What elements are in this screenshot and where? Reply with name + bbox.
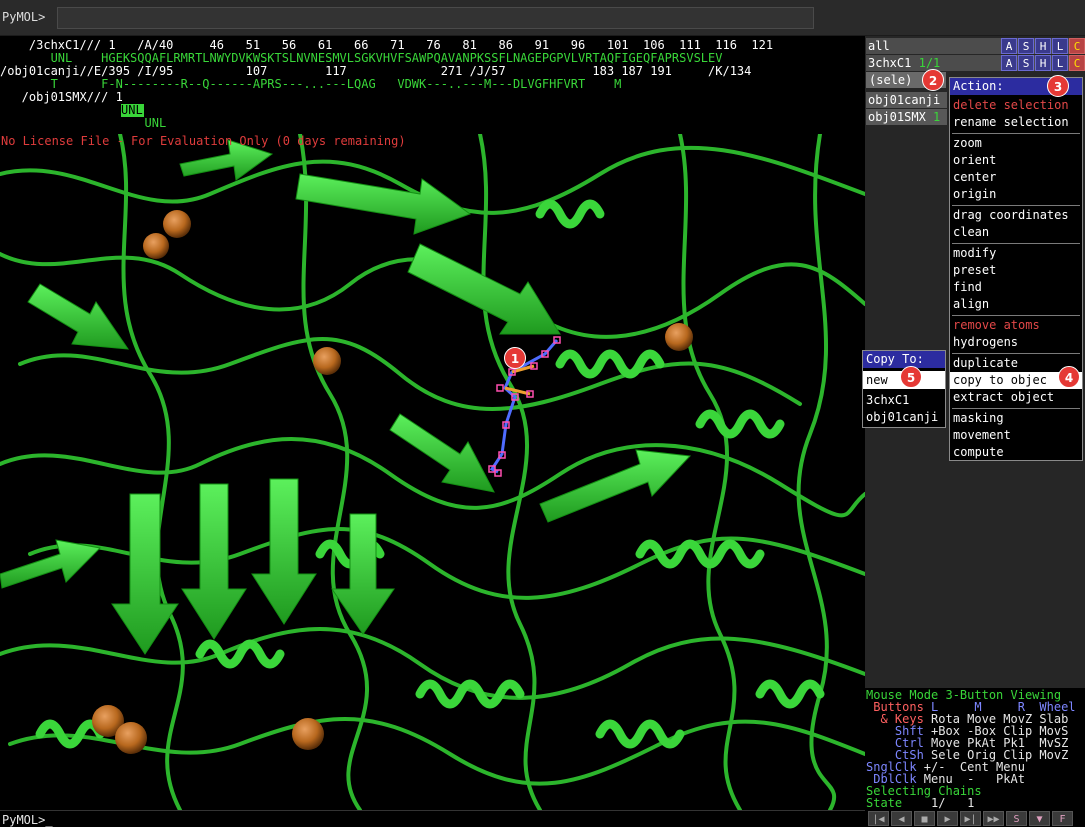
seq-residue-numbers: 1 (108, 90, 123, 104)
menu-separator (952, 205, 1080, 206)
menu-separator (952, 315, 1080, 316)
menu-item-modify[interactable]: modify (950, 245, 1082, 262)
seq-residues[interactable]: T F-N--------R--Q------APRS---...---LQAG… (0, 77, 622, 91)
menu-separator (952, 133, 1080, 134)
menu-item-clean[interactable]: clean (950, 224, 1082, 241)
bottom-command-bar[interactable]: PyMOL>_ (0, 810, 865, 827)
copy-to-header: Copy To: (863, 351, 945, 368)
hide-button[interactable]: H (1035, 38, 1051, 54)
menu-item-masking[interactable]: masking (950, 410, 1082, 427)
sequence-row: /obj01SMX/// 1 (0, 91, 123, 104)
action-button[interactable]: A (1001, 55, 1017, 71)
menu-item-hydrogens[interactable]: hydrogens (950, 334, 1082, 351)
action-menu: Action: delete selection rename selectio… (949, 77, 1083, 461)
license-warning: No License File - For Evaluation Only (0… (1, 134, 406, 148)
menu-item-zoom[interactable]: zoom (950, 135, 1082, 152)
object-buttons: A S H L C (1000, 38, 1085, 54)
seq-object-label: /obj01SMX/// (0, 90, 109, 104)
menu-separator (952, 408, 1080, 409)
seq-selected-residue[interactable]: UNL (94, 116, 167, 130)
dropdown-button[interactable]: ▼ (1029, 811, 1050, 826)
seq-object-label: /obj01canji//E/395 (0, 64, 131, 78)
state-line: State 1/ 1 (866, 796, 975, 810)
step-back-button[interactable]: ◀ (891, 811, 912, 826)
top-command-bar: PyMOL> (0, 0, 1085, 36)
seq-selected-highlight[interactable]: UNL (121, 104, 144, 117)
pymol-window: PyMOL> /3chxC1/// 1 /A/40 46 51 56 61 66… (0, 0, 1085, 827)
menu-item-origin[interactable]: origin (950, 186, 1082, 203)
object-row-obj01smx[interactable]: obj01SMX 1 (866, 109, 947, 125)
stop-button[interactable]: ■ (914, 811, 935, 826)
menu-item-find[interactable]: find (950, 279, 1082, 296)
step-badge-3: 3 (1047, 75, 1069, 97)
object-name[interactable]: 3chxC1 1/1 (868, 56, 940, 70)
rewind-button[interactable]: |◀ (868, 811, 889, 826)
mouse-mode-panel[interactable]: Mouse Mode 3-Button Viewing Buttons L M … (865, 688, 1085, 810)
step-badge-1: 1 (504, 347, 526, 369)
seq-residues[interactable]: UNL HGEKSQQAFLRMRTLNWYDVKWSKTSLNVNESMVLS… (0, 51, 723, 65)
menu-item-delete-selection[interactable]: delete selection (950, 97, 1082, 114)
menu-item-remove-atoms[interactable]: remove atoms (950, 317, 1082, 334)
bottom-prompt[interactable]: PyMOL>_ (2, 813, 53, 827)
menu-item-orient[interactable]: orient (950, 152, 1082, 169)
menu-item-compute[interactable]: compute (950, 444, 1082, 461)
object-name[interactable]: all (868, 39, 890, 53)
object-state: 1 (933, 110, 941, 124)
top-prompt-label: PyMOL> (2, 10, 46, 24)
menu-separator (952, 243, 1080, 244)
sequence-viewer[interactable]: /3chxC1/// 1 /A/40 46 51 56 61 66 71 76 … (0, 36, 865, 134)
color-button[interactable]: C (1069, 38, 1085, 54)
hide-button[interactable]: H (1035, 55, 1051, 71)
action-button[interactable]: A (1001, 38, 1017, 54)
object-buttons: A S H L C (1000, 55, 1085, 71)
menu-item-align[interactable]: align (950, 296, 1082, 313)
menu-item-movement[interactable]: movement (950, 427, 1082, 444)
top-command-input[interactable] (57, 7, 814, 29)
label-button[interactable]: L (1052, 55, 1068, 71)
menu-item-extract-object[interactable]: extract object (950, 389, 1082, 406)
object-row-3chxc1[interactable]: 3chxC1 1/1 A S H L C (866, 55, 1085, 71)
show-button[interactable]: S (1018, 38, 1034, 54)
copy-to-obj01canji-item[interactable]: obj01canji (863, 409, 945, 426)
protein-cartoon-render[interactable] (0, 134, 865, 810)
step-badge-4: 4 (1058, 366, 1080, 388)
menu-item-preset[interactable]: preset (950, 262, 1082, 279)
seq-residue-numbers: 1 /A/40 46 51 56 61 66 71 76 81 86 91 96… (101, 38, 774, 52)
menu-separator (952, 353, 1080, 354)
fast-forward-button[interactable]: ▶▶ (983, 811, 1004, 826)
color-button[interactable]: C (1069, 55, 1085, 71)
step-badge-5: 5 (900, 366, 922, 388)
show-button[interactable]: S (1018, 55, 1034, 71)
copy-to-3chxc1-item[interactable]: 3chxC1 (863, 392, 945, 409)
menu-item-center[interactable]: center (950, 169, 1082, 186)
fullscreen-button[interactable]: F (1052, 811, 1073, 826)
label-button[interactable]: L (1052, 38, 1068, 54)
object-row-obj01canji[interactable]: obj01canji (866, 92, 947, 108)
3d-viewport[interactable]: No License File - For Evaluation Only (0… (0, 134, 865, 810)
menu-item-rename-selection[interactable]: rename selection (950, 114, 1082, 131)
menu-item-drag-coordinates[interactable]: drag coordinates (950, 207, 1082, 224)
scene-button[interactable]: S (1006, 811, 1027, 826)
movie-controls: |◀ ◀ ■ ▶ ▶| ▶▶ S ▼ F (865, 810, 1085, 827)
object-row-all[interactable]: all A S H L C (866, 38, 1085, 54)
object-state: 1/1 (918, 56, 941, 70)
step-forward-button[interactable]: ▶| (960, 811, 981, 826)
play-button[interactable]: ▶ (937, 811, 958, 826)
step-badge-2: 2 (922, 69, 944, 91)
copy-to-submenu: Copy To: new 3chxC1 obj01canji (862, 350, 946, 428)
seq-residue-numbers: /I/95 107 117 271 /J/57 183 187 191 /K/1… (130, 64, 752, 78)
seq-object-label: /3chxC1/// (0, 38, 102, 52)
